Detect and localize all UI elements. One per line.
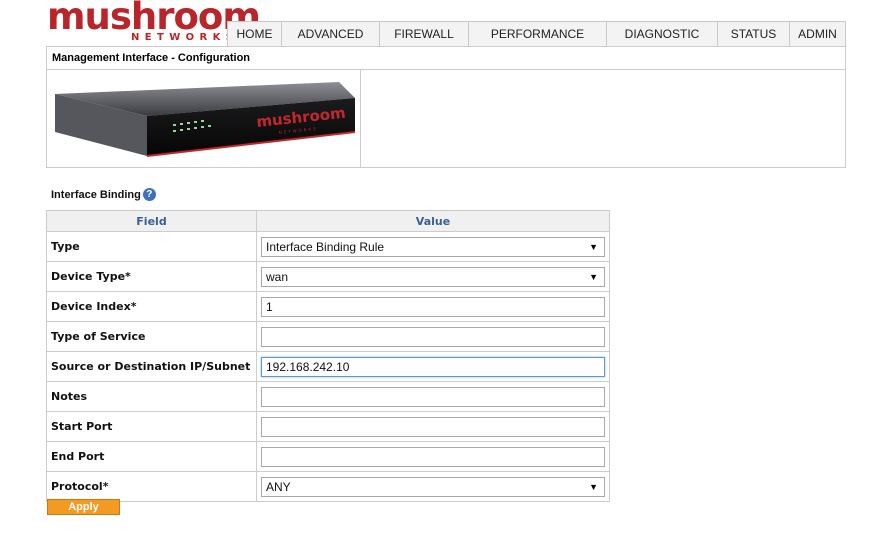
device-image: mushroom NETWORKS — [55, 82, 356, 157]
nav-advanced[interactable]: ADVANCED — [281, 22, 379, 46]
nav-status[interactable]: STATUS — [717, 22, 789, 46]
device-type-select[interactable]: wan ▼ — [261, 266, 605, 287]
row-label: Device Type* — [46, 261, 257, 292]
start-port-input[interactable] — [261, 416, 605, 437]
table-header-row: Field Value — [46, 210, 610, 232]
end-port-input[interactable] — [261, 446, 605, 467]
type-select-value: Interface Binding Rule — [266, 239, 385, 254]
config-panel: Management Interface - Configuration mus… — [46, 46, 846, 168]
chevron-down-icon: ▼ — [589, 271, 598, 282]
type-of-service-input[interactable] — [261, 326, 605, 347]
top-nav: HOME ADVANCED FIREWALL PERFORMANCE DIAGN… — [227, 21, 846, 47]
header-value: Value — [256, 210, 610, 232]
help-icon[interactable]: ? — [142, 188, 156, 201]
brand-sub: NETWORKS — [131, 32, 239, 43]
header-field: Field — [46, 210, 257, 232]
apply-button[interactable]: Apply — [47, 499, 120, 515]
table-row: Protocol* ANY ▼ — [46, 471, 610, 502]
table-row: Notes — [46, 381, 610, 412]
nav-performance[interactable]: PERFORMANCE — [468, 22, 606, 46]
table-row: Device Type* wan ▼ — [46, 261, 610, 292]
table-row: End Port — [46, 441, 610, 472]
row-label: Notes — [46, 381, 257, 412]
table-row: Start Port — [46, 411, 610, 442]
row-label: Protocol* — [46, 471, 257, 502]
brand-logo: mushroom NETWORKS — [47, 0, 261, 44]
ip-subnet-input[interactable]: 192.168.242.10 — [261, 356, 605, 377]
interface-binding-table: Field Value Type Interface Binding Rule ▼… — [46, 210, 610, 502]
type-select[interactable]: Interface Binding Rule ▼ — [261, 236, 605, 257]
nav-diagnostic[interactable]: DIAGNOSTIC — [606, 22, 717, 46]
section-title-text: Interface Binding — [51, 188, 141, 201]
nav-admin[interactable]: ADMIN — [789, 22, 846, 46]
table-row: Type Interface Binding Rule ▼ — [46, 231, 610, 262]
table-row: Device Index* 1 — [46, 291, 610, 322]
nav-firewall[interactable]: FIREWALL — [379, 22, 468, 46]
row-label: Device Index* — [46, 291, 257, 322]
row-label: Type of Service — [46, 321, 257, 352]
nav-home[interactable]: HOME — [227, 22, 281, 46]
row-label: End Port — [46, 441, 257, 472]
chevron-down-icon: ▼ — [589, 481, 598, 492]
row-label: Source or Destination IP/Subnet — [46, 351, 257, 382]
protocol-select[interactable]: ANY ▼ — [261, 476, 605, 497]
table-row: Source or Destination IP/Subnet 192.168.… — [46, 351, 610, 382]
panel-title: Management Interface - Configuration — [47, 47, 845, 70]
chevron-down-icon: ▼ — [589, 241, 598, 252]
device-index-input[interactable]: 1 — [261, 296, 605, 317]
table-row: Type of Service — [46, 321, 610, 352]
notes-input[interactable] — [261, 386, 605, 407]
row-label: Start Port — [46, 411, 257, 442]
protocol-select-value: ANY — [266, 479, 291, 494]
device-image-cell: mushroom NETWORKS — [47, 70, 361, 167]
section-title: Interface Binding ? — [51, 188, 156, 201]
device-type-value: wan — [266, 269, 289, 284]
row-label: Type — [46, 231, 257, 262]
